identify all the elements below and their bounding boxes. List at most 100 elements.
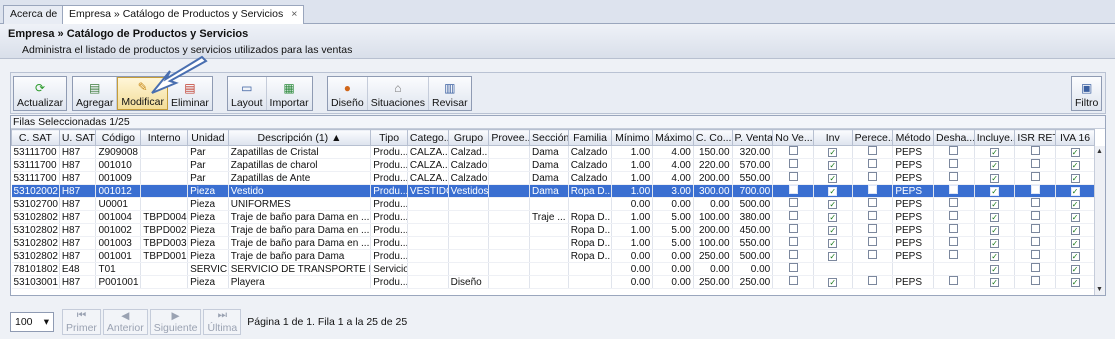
checkbox-cell[interactable]: ✓: [1055, 197, 1095, 211]
checkbox-cell[interactable]: ✓: [1055, 145, 1095, 159]
column-header[interactable]: Mínimo: [611, 129, 654, 146]
checkbox-cell[interactable]: [933, 145, 975, 159]
page-size-select[interactable]: 100 ▾: [10, 312, 54, 332]
situaciones-button[interactable]: ⌂ Situaciones: [368, 77, 429, 110]
checkbox-cell[interactable]: [813, 262, 853, 276]
checkbox-cell[interactable]: ✓: [974, 158, 1016, 172]
column-header[interactable]: Tipo: [370, 129, 408, 146]
column-header[interactable]: C. Co...: [692, 129, 733, 146]
checkbox-cell[interactable]: [1014, 145, 1057, 159]
checked-checkbox-icon[interactable]: ✓: [1070, 186, 1080, 196]
checkbox-cell[interactable]: [852, 210, 894, 224]
checkbox-cell[interactable]: ✓: [974, 262, 1016, 276]
checkbox-icon[interactable]: [867, 237, 877, 246]
ultima-button[interactable]: ⏭ Última: [203, 309, 242, 335]
checked-checkbox-icon[interactable]: ✓: [828, 238, 838, 248]
importar-button[interactable]: ▦ Importar: [267, 77, 312, 110]
checkbox-cell[interactable]: [772, 197, 814, 211]
checkbox-icon[interactable]: [867, 198, 877, 207]
primer-button[interactable]: ⏮ Primer: [62, 309, 101, 335]
checked-checkbox-icon[interactable]: ✓: [828, 251, 838, 261]
checkbox-cell[interactable]: [852, 275, 894, 289]
checkbox-cell[interactable]: [933, 184, 975, 198]
checkbox-icon[interactable]: [949, 211, 959, 220]
column-header[interactable]: Provee...: [488, 129, 531, 146]
checkbox-cell[interactable]: [852, 249, 894, 263]
checkbox-cell[interactable]: ✓: [813, 184, 853, 198]
anterior-button[interactable]: ◀ Anterior: [102, 309, 148, 335]
checked-checkbox-icon[interactable]: ✓: [828, 173, 838, 183]
checked-checkbox-icon[interactable]: ✓: [1070, 199, 1080, 209]
checkbox-cell[interactable]: ✓: [974, 210, 1016, 224]
checked-checkbox-icon[interactable]: ✓: [990, 212, 1000, 222]
checked-checkbox-icon[interactable]: ✓: [828, 147, 838, 157]
checkbox-cell[interactable]: ✓: [1055, 249, 1095, 263]
checked-checkbox-icon[interactable]: ✓: [1070, 173, 1080, 183]
table-row[interactable]: 53102802 H87 001004 TBPD004 Pieza Traje de ba…: [11, 210, 1095, 224]
checkbox-cell[interactable]: [933, 262, 975, 276]
checkbox-icon[interactable]: [1030, 224, 1040, 233]
checkbox-cell[interactable]: [772, 184, 814, 198]
checkbox-icon[interactable]: [867, 146, 877, 155]
layout-button[interactable]: ▭ Layout: [228, 77, 267, 110]
table-row[interactable]: 53111700 H87 Z909008 Par Zapatillas de Crist…: [11, 145, 1095, 159]
checked-checkbox-icon[interactable]: ✓: [990, 238, 1000, 248]
checkbox-icon[interactable]: [788, 172, 798, 181]
checkbox-icon[interactable]: [867, 250, 877, 259]
table-row[interactable]: 53102802 H87 001002 TBPD002 Pieza Traje de ba…: [11, 223, 1095, 237]
checkbox-cell[interactable]: ✓: [813, 236, 853, 250]
checked-checkbox-icon[interactable]: ✓: [990, 160, 1000, 170]
column-header[interactable]: No Ve...: [772, 129, 814, 146]
table-row[interactable]: 78101802E48T01 SERVICIOSERVICIO DE TRANSP…: [11, 262, 1095, 276]
column-header[interactable]: U. SAT: [58, 129, 97, 146]
scroll-up-icon[interactable]: ▲: [1096, 148, 1103, 155]
checkbox-icon[interactable]: [788, 224, 798, 233]
checked-checkbox-icon[interactable]: ✓: [990, 225, 1000, 235]
checkbox-cell[interactable]: ✓: [974, 223, 1016, 237]
checked-checkbox-icon[interactable]: ✓: [828, 160, 838, 170]
checkbox-icon[interactable]: [788, 198, 798, 207]
column-header[interactable]: Familia: [567, 129, 613, 146]
checkbox-cell[interactable]: ✓: [974, 171, 1016, 185]
checkbox-cell[interactable]: ✓: [974, 249, 1016, 263]
checkbox-cell[interactable]: [1014, 197, 1057, 211]
checkbox-cell[interactable]: [1014, 249, 1057, 263]
checked-checkbox-icon[interactable]: ✓: [990, 277, 1000, 287]
table-row[interactable]: 53102802 H87 001003 TBPD003 Pieza Traje de ba…: [11, 236, 1095, 250]
checkbox-icon[interactable]: [1030, 250, 1040, 259]
checkbox-icon[interactable]: [788, 211, 798, 220]
checkbox-cell[interactable]: [852, 262, 894, 276]
checkbox-cell[interactable]: ✓: [1055, 171, 1095, 185]
column-header[interactable]: Código: [95, 129, 142, 146]
checkbox-cell[interactable]: ✓: [813, 145, 853, 159]
checkbox-cell[interactable]: [772, 171, 814, 185]
checkbox-cell[interactable]: ✓: [974, 236, 1016, 250]
checkbox-cell[interactable]: ✓: [974, 145, 1016, 159]
checkbox-icon[interactable]: [788, 263, 798, 272]
table-row[interactable]: 53102002 H87 001012 Pieza Vestido Produ... VES…: [11, 184, 1095, 198]
checked-checkbox-icon[interactable]: ✓: [1070, 160, 1080, 170]
checkbox-icon[interactable]: [949, 224, 959, 233]
table-row[interactable]: 53103001 H87 P001001 Pieza Playera Produ... Di…: [11, 275, 1095, 289]
checkbox-cell[interactable]: [852, 158, 894, 172]
checkbox-cell[interactable]: [772, 210, 814, 224]
checked-checkbox-icon[interactable]: ✓: [1070, 238, 1080, 248]
checked-checkbox-icon[interactable]: ✓: [990, 264, 1000, 274]
close-icon[interactable]: ×: [291, 8, 297, 20]
checkbox-cell[interactable]: [1014, 223, 1057, 237]
checkbox-cell[interactable]: ✓: [813, 171, 853, 185]
column-header[interactable]: P. Venta: [731, 129, 774, 146]
column-header[interactable]: IVA 16: [1055, 129, 1095, 146]
checkbox-cell[interactable]: ✓: [1055, 236, 1095, 250]
checkbox-cell[interactable]: [852, 171, 894, 185]
tab-acerca-de[interactable]: Acerca de: [3, 5, 65, 24]
column-header[interactable]: Método: [892, 129, 935, 146]
checkbox-icon[interactable]: [1030, 263, 1040, 272]
checkbox-icon[interactable]: [867, 211, 877, 220]
table-row[interactable]: 53111700 H87 001010 Par Zapatillas de charol…: [11, 158, 1095, 172]
checkbox-cell[interactable]: [772, 262, 814, 276]
filtro-button[interactable]: ▣ Filtro: [1072, 77, 1101, 110]
checked-checkbox-icon[interactable]: ✓: [990, 147, 1000, 157]
checkbox-icon[interactable]: [788, 159, 798, 168]
column-header[interactable]: Descripción (1) ▲: [227, 129, 372, 146]
